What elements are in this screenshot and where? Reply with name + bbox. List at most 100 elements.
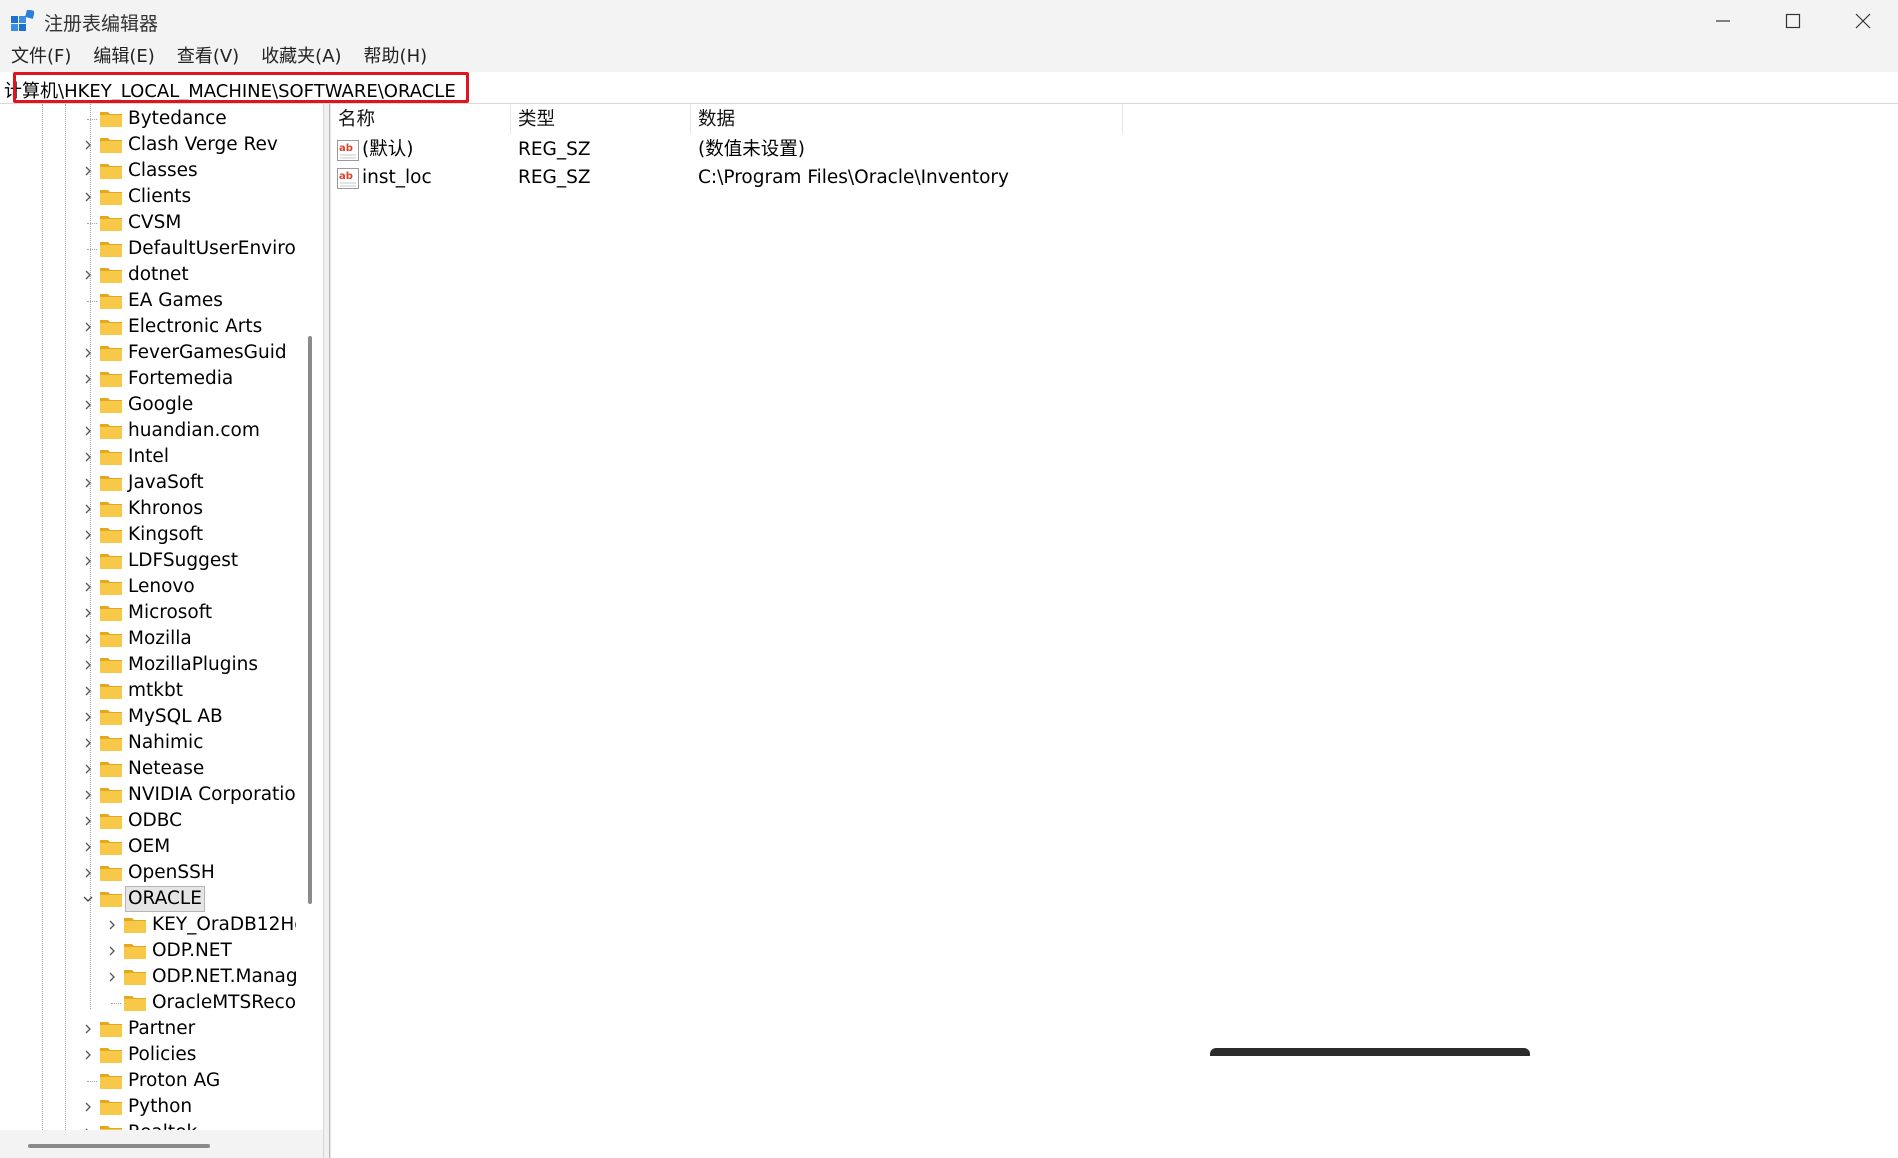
chevron-right-icon[interactable] <box>105 938 119 964</box>
chevron-right-icon[interactable] <box>81 548 95 574</box>
chevron-right-icon[interactable] <box>81 340 95 366</box>
value-row[interactable]: ab (默认) REG_SZ (数值未设置) <box>331 136 1331 164</box>
chevron-right-icon[interactable] <box>105 912 119 938</box>
tree-item-oracle[interactable]: ORACLE <box>0 886 296 912</box>
tree-item-realtek[interactable]: Realtek <box>0 1120 296 1130</box>
chevron-right-icon[interactable] <box>81 132 95 158</box>
address-bar[interactable]: 计算机\HKEY_LOCAL_MACHINE\SOFTWARE\ORACLE <box>0 72 1898 104</box>
tree-item-huandian-com[interactable]: huandian.com <box>0 418 296 444</box>
value-row[interactable]: ab inst_loc REG_SZ C:\Program Files\Orac… <box>331 164 1331 192</box>
tree-item-fevergamesguid[interactable]: FeverGamesGuid <box>0 340 296 366</box>
tree-item-microsoft[interactable]: Microsoft <box>0 600 296 626</box>
tree-item-intel[interactable]: Intel <box>0 444 296 470</box>
chevron-right-icon[interactable] <box>81 392 95 418</box>
chevron-right-icon[interactable] <box>105 964 119 990</box>
tree-item-label: Python <box>128 1096 193 1117</box>
tree-item-mysql-ab[interactable]: MySQL AB <box>0 704 296 730</box>
tree-vertical-scroll-thumb[interactable] <box>308 336 312 904</box>
tree-item-partner[interactable]: Partner <box>0 1016 296 1042</box>
tree-item-clash-verge-rev[interactable]: Clash Verge Rev <box>0 132 296 158</box>
chevron-right-icon[interactable] <box>81 1094 95 1120</box>
tree-vertical-scrollbar[interactable] <box>296 104 323 1130</box>
tree-item-policies[interactable]: Policies <box>0 1042 296 1068</box>
tree-item-mozillaplugins[interactable]: MozillaPlugins <box>0 652 296 678</box>
chevron-right-icon[interactable] <box>81 262 95 288</box>
pane-splitter[interactable] <box>323 104 330 1158</box>
tree-item-ldfsuggest[interactable]: LDFSuggest <box>0 548 296 574</box>
tree-item-defaultuserenviron[interactable]: DefaultUserEnviron <box>0 236 296 262</box>
chevron-right-icon[interactable] <box>81 600 95 626</box>
chevron-right-icon[interactable] <box>81 366 95 392</box>
tree-item-khronos[interactable]: Khronos <box>0 496 296 522</box>
chevron-right-icon[interactable] <box>81 1120 95 1130</box>
tree-guide-line <box>87 1081 97 1082</box>
chevron-right-icon[interactable] <box>81 834 95 860</box>
tree-item-ea-games[interactable]: EA Games <box>0 288 296 314</box>
minimize-button[interactable] <box>1688 0 1758 42</box>
tree-item-odp-net-managed[interactable]: ODP.NET.Managed <box>0 964 296 990</box>
chevron-right-icon[interactable] <box>81 1042 95 1068</box>
chevron-right-icon[interactable] <box>81 158 95 184</box>
menu-view[interactable]: 查看(V) <box>166 42 250 72</box>
tree-item-label: KEY_OraDB12Home <box>152 914 296 935</box>
chevron-right-icon[interactable] <box>81 184 95 210</box>
chevron-right-icon[interactable] <box>81 808 95 834</box>
tree-item-odp-net[interactable]: ODP.NET <box>0 938 296 964</box>
chevron-right-icon[interactable] <box>81 470 95 496</box>
column-header-name[interactable]: 名称 <box>331 104 511 134</box>
tree-item-python[interactable]: Python <box>0 1094 296 1120</box>
chevron-right-icon[interactable] <box>81 704 95 730</box>
tree-item-electronic-arts[interactable]: Electronic Arts <box>0 314 296 340</box>
tree-item-nvidia-corporation[interactable]: NVIDIA Corporation <box>0 782 296 808</box>
chevron-right-icon[interactable] <box>81 782 95 808</box>
tree-item-javasoft[interactable]: JavaSoft <box>0 470 296 496</box>
folder-icon <box>100 216 122 231</box>
maximize-button[interactable] <box>1758 0 1828 42</box>
tree-item-classes[interactable]: Classes <box>0 158 296 184</box>
tree-item-mozilla[interactable]: Mozilla <box>0 626 296 652</box>
tree-item-openssh[interactable]: OpenSSH <box>0 860 296 886</box>
tree-item-label: Clash Verge Rev <box>128 134 278 155</box>
tree-horizontal-scrollbar[interactable] <box>0 1130 323 1158</box>
title-bar: 注册表编辑器 <box>0 0 1898 42</box>
menu-favorites[interactable]: 收藏夹(A) <box>250 42 352 72</box>
chevron-right-icon[interactable] <box>81 860 95 886</box>
tree-item-netease[interactable]: Netease <box>0 756 296 782</box>
tree-item-oraclemtsrecovery[interactable]: OracleMTSRecovery <box>0 990 296 1016</box>
chevron-right-icon[interactable] <box>81 730 95 756</box>
tree-item-bytedance[interactable]: Bytedance <box>0 106 296 132</box>
chevron-right-icon[interactable] <box>81 626 95 652</box>
chevron-right-icon[interactable] <box>81 522 95 548</box>
menu-edit[interactable]: 编辑(E) <box>82 42 165 72</box>
column-header-data[interactable]: 数据 <box>691 104 1123 134</box>
tree-item-fortemedia[interactable]: Fortemedia <box>0 366 296 392</box>
tree-item-odbc[interactable]: ODBC <box>0 808 296 834</box>
tree-item-label: DefaultUserEnviron <box>128 238 296 259</box>
column-header-type[interactable]: 类型 <box>511 104 691 134</box>
tree-item-nahimic[interactable]: Nahimic <box>0 730 296 756</box>
tree-item-cvsm[interactable]: CVSM <box>0 210 296 236</box>
chevron-right-icon[interactable] <box>81 418 95 444</box>
chevron-right-icon[interactable] <box>81 496 95 522</box>
chevron-right-icon[interactable] <box>81 314 95 340</box>
chevron-right-icon[interactable] <box>81 652 95 678</box>
chevron-right-icon[interactable] <box>81 1016 95 1042</box>
menu-file[interactable]: 文件(F) <box>0 42 82 72</box>
tree-item-lenovo[interactable]: Lenovo <box>0 574 296 600</box>
tree-item-clients[interactable]: Clients <box>0 184 296 210</box>
chevron-right-icon[interactable] <box>81 678 95 704</box>
tree-item-key-oradb12home[interactable]: KEY_OraDB12Home <box>0 912 296 938</box>
chevron-right-icon[interactable] <box>81 756 95 782</box>
tree-item-dotnet[interactable]: dotnet <box>0 262 296 288</box>
tree-item-oem[interactable]: OEM <box>0 834 296 860</box>
chevron-down-icon[interactable] <box>81 886 95 912</box>
tree-item-mtkbt[interactable]: mtkbt <box>0 678 296 704</box>
chevron-right-icon[interactable] <box>81 574 95 600</box>
menu-help[interactable]: 帮助(H) <box>353 42 439 72</box>
tree-item-proton-ag[interactable]: Proton AG <box>0 1068 296 1094</box>
tree-item-kingsoft[interactable]: Kingsoft <box>0 522 296 548</box>
tree-horizontal-scroll-thumb[interactable] <box>28 1144 210 1148</box>
close-button[interactable] <box>1828 0 1898 42</box>
tree-item-google[interactable]: Google <box>0 392 296 418</box>
chevron-right-icon[interactable] <box>81 444 95 470</box>
